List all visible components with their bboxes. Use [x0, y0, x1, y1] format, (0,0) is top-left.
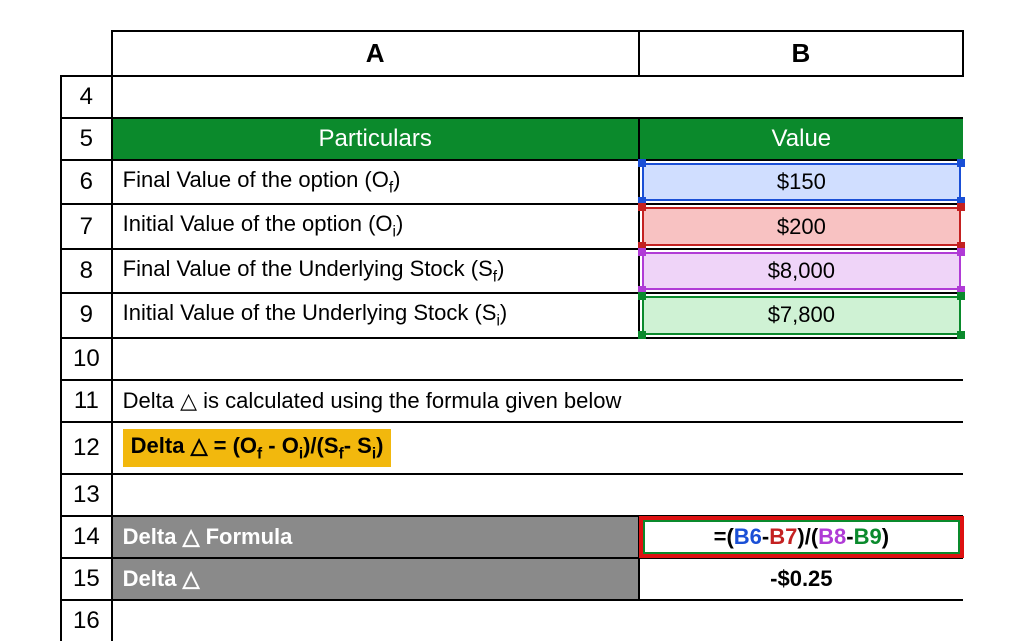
cell-a4[interactable] [112, 76, 639, 118]
row-5[interactable]: 5 [61, 118, 112, 160]
value-oi[interactable]: $200 [639, 204, 963, 248]
row-16[interactable]: 16 [61, 600, 112, 641]
row-8[interactable]: 8 [61, 249, 112, 293]
row-14[interactable]: 14 [61, 516, 112, 558]
label-sf[interactable]: Final Value of the Underlying Stock (Sf) [112, 249, 639, 293]
row-12[interactable]: 12 [61, 422, 112, 474]
row-9[interactable]: 9 [61, 293, 112, 337]
cell-a16[interactable] [112, 600, 639, 641]
cell-a10[interactable] [112, 338, 639, 380]
delta-value[interactable]: -$0.25 [639, 558, 963, 600]
label-si[interactable]: Initial Value of the Underlying Stock (S… [112, 293, 639, 337]
formula-cell[interactable]: Delta △ = (Of - Oi)/(Sf- Si) [112, 422, 963, 474]
row-15[interactable]: 15 [61, 558, 112, 600]
label-of[interactable]: Final Value of the option (Of) [112, 160, 639, 204]
value-sf[interactable]: $8,000 [639, 249, 963, 293]
delta-formula-label[interactable]: Delta △ Formula [112, 516, 639, 558]
cell-b10[interactable] [639, 338, 963, 380]
col-header-a[interactable]: A [112, 31, 639, 76]
delta-formula-value[interactable]: =(B6-B7)/(B8-B9) [639, 516, 963, 558]
cell-b13[interactable] [639, 474, 963, 516]
row-4[interactable]: 4 [61, 76, 112, 118]
label-oi[interactable]: Initial Value of the option (Oi) [112, 204, 639, 248]
row-7[interactable]: 7 [61, 204, 112, 248]
value-of[interactable]: $150 [639, 160, 963, 204]
cell-a13[interactable] [112, 474, 639, 516]
row-11[interactable]: 11 [61, 380, 112, 422]
cell-b16[interactable] [639, 600, 963, 641]
note-cell[interactable]: Delta △ is calculated using the formula … [112, 380, 963, 422]
value-si[interactable]: $7,800 [639, 293, 963, 337]
row-10[interactable]: 10 [61, 338, 112, 380]
header-particulars[interactable]: Particulars [112, 118, 639, 160]
col-header-b[interactable]: B [639, 31, 963, 76]
delta-label[interactable]: Delta △ [112, 558, 639, 600]
spreadsheet-table: A B 4 5 Particulars Value 6 Final Value … [60, 30, 964, 641]
row-13[interactable]: 13 [61, 474, 112, 516]
cell-b4[interactable] [639, 76, 963, 118]
row-6[interactable]: 6 [61, 160, 112, 204]
corner-cell [61, 31, 112, 76]
header-value[interactable]: Value [639, 118, 963, 160]
